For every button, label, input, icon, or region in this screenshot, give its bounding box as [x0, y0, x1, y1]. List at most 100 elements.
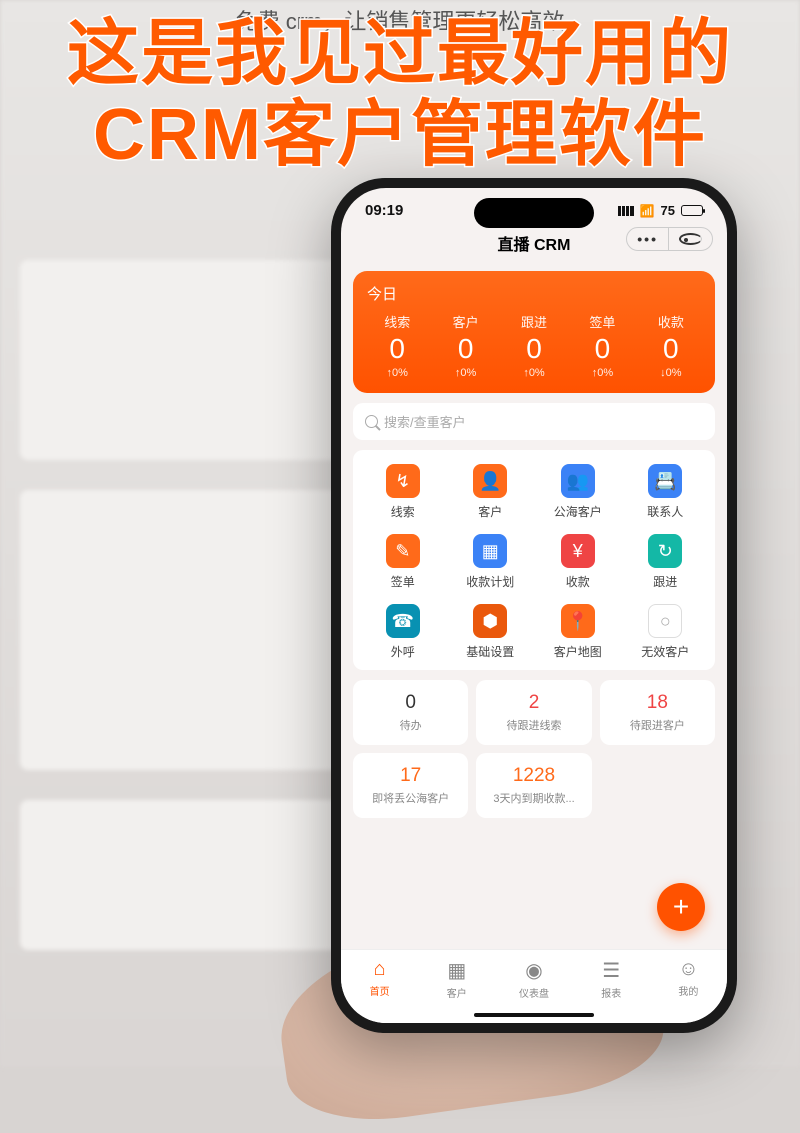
phone-screen: 09:19 75 直播 CRM ••• 今日 线索 0 ↑0%客户 0 ↑0%跟… [341, 188, 727, 1023]
tab-icon: ◉ [495, 958, 572, 983]
quick-item-联系人[interactable]: 📇 联系人 [622, 464, 710, 520]
headline-overlay: 这是我见过最好用的 CRM客户管理软件 [0, 14, 800, 175]
headline-line-2: CRM客户管理软件 [0, 95, 800, 176]
无效客户-icon: ○ [648, 604, 682, 638]
quick-item-线索[interactable]: ↯ 线索 [359, 464, 447, 520]
tab-label: 报表 [601, 989, 621, 1000]
tab-客户[interactable]: ▦ 客户 [418, 950, 495, 1011]
quick-item-label: 基础设置 [447, 643, 535, 660]
stat-label: 线索 [363, 312, 431, 331]
quick-item-label: 收款 [534, 573, 622, 590]
stat-label: 签单 [568, 312, 636, 331]
stat-value: 0 [363, 333, 431, 365]
quick-item-签单[interactable]: ✎ 签单 [359, 534, 447, 590]
stat-label: 收款 [637, 312, 705, 331]
tile-number: 2 [482, 692, 585, 714]
quick-item-label: 无效客户 [622, 643, 710, 660]
battery-icon [681, 205, 703, 216]
stat-delta: ↑0% [500, 367, 568, 379]
tab-仪表盘[interactable]: ◉ 仪表盘 [495, 950, 572, 1011]
task-tile-2[interactable]: 18 待跟进客户 [600, 680, 715, 745]
stat-3[interactable]: 签单 0 ↑0% [568, 312, 636, 379]
task-tile-3[interactable]: 17 即将丢公海客户 [353, 753, 468, 818]
task-tile-0[interactable]: 0 待办 [353, 680, 468, 745]
外呼-icon: ☎ [386, 604, 420, 638]
tab-label: 首页 [370, 987, 390, 998]
tile-label: 待办 [359, 717, 462, 733]
battery-pct: 75 [661, 203, 675, 218]
stat-delta: ↑0% [568, 367, 636, 379]
quick-item-收款计划[interactable]: ▦ 收款计划 [447, 534, 535, 590]
quick-item-收款[interactable]: ¥ 收款 [534, 534, 622, 590]
stat-delta: ↑0% [431, 367, 499, 379]
tab-首页[interactable]: ⌂首页 [341, 950, 418, 1011]
search-placeholder: 搜索/查重客户 [384, 412, 466, 431]
more-icon[interactable]: ••• [627, 228, 669, 250]
stat-1[interactable]: 客户 0 ↑0% [431, 312, 499, 379]
task-tiles-row-2: 17 即将丢公海客户1228 3天内到期收款... [353, 753, 715, 818]
stat-4[interactable]: 收款 0 ↓0% [637, 312, 705, 379]
quick-item-公海客户[interactable]: 👥 公海客户 [534, 464, 622, 520]
quick-item-label: 签单 [359, 573, 447, 590]
tab-icon: ▦ [418, 958, 495, 983]
stat-value: 0 [637, 333, 705, 365]
close-icon[interactable] [669, 228, 712, 250]
收款-icon: ¥ [561, 534, 595, 568]
status-indicators: 75 [618, 203, 703, 218]
task-tiles-row-1: 0 待办2 待跟进线索18 待跟进客户 [353, 680, 715, 745]
stat-delta: ↓0% [637, 367, 705, 379]
stat-delta: ↑0% [363, 367, 431, 379]
tile-number: 1228 [482, 765, 585, 787]
tab-label: 我的 [678, 987, 698, 998]
wifi-icon [640, 203, 655, 218]
tile-number: 18 [606, 692, 709, 714]
stat-label: 跟进 [500, 312, 568, 331]
tile-number: 0 [359, 692, 462, 714]
tab-bar: ⌂首页▦ 客户 ◉ 仪表盘 ☰报表☺ 我的 [341, 949, 727, 1023]
today-stats-card[interactable]: 今日 线索 0 ↑0%客户 0 ↑0%跟进 0 ↑0%签单 0 ↑0%收款 0 … [353, 271, 715, 393]
quick-item-label: 客户 [447, 503, 535, 520]
fab-add-button[interactable]: + [657, 883, 705, 931]
stat-value: 0 [500, 333, 568, 365]
search-icon [365, 415, 378, 428]
search-input[interactable]: 搜索/查重客户 [353, 403, 715, 440]
stat-value: 0 [568, 333, 636, 365]
tile-label: 3天内到期收款... [482, 790, 585, 806]
stat-2[interactable]: 跟进 0 ↑0% [500, 312, 568, 379]
tile-label: 待跟进线索 [482, 717, 585, 733]
quick-item-外呼[interactable]: ☎ 外呼 [359, 604, 447, 660]
quick-item-基础设置[interactable]: ⬢ 基础设置 [447, 604, 535, 660]
tab-label: 仪表盘 [519, 989, 549, 1000]
app-title: 直播 CRM [498, 231, 571, 255]
quick-actions-grid: ↯ 线索👤 客户👥 公海客户📇 联系人✎ 签单▦ 收款计划¥ 收款↻ 跟进☎ 外… [353, 450, 715, 670]
公海客户-icon: 👥 [561, 464, 595, 498]
quick-item-label: 外呼 [359, 643, 447, 660]
quick-item-label: 跟进 [622, 573, 710, 590]
phone-notch [474, 198, 594, 228]
基础设置-icon: ⬢ [473, 604, 507, 638]
客户-icon: 👤 [473, 464, 507, 498]
bg-panel [20, 260, 340, 460]
tab-icon: ☺ [650, 958, 727, 981]
tab-我的[interactable]: ☺ 我的 [650, 950, 727, 1011]
联系人-icon: 📇 [648, 464, 682, 498]
quick-item-无效客户[interactable]: ○ 无效客户 [622, 604, 710, 660]
tile-number: 17 [359, 765, 462, 787]
quick-item-label: 联系人 [622, 503, 710, 520]
线索-icon: ↯ [386, 464, 420, 498]
home-indicator [474, 1013, 594, 1017]
quick-item-客户[interactable]: 👤 客户 [447, 464, 535, 520]
签单-icon: ✎ [386, 534, 420, 568]
bg-panel [20, 800, 340, 950]
跟进-icon: ↻ [648, 534, 682, 568]
miniprogram-capsule[interactable]: ••• [626, 227, 713, 251]
bg-panel [20, 490, 340, 770]
tab-报表[interactable]: ☰报表 [573, 950, 650, 1011]
task-tile-4[interactable]: 1228 3天内到期收款... [476, 753, 591, 818]
quick-item-客户地图[interactable]: 📍 客户地图 [534, 604, 622, 660]
tab-label: 客户 [447, 989, 467, 1000]
tile-label: 待跟进客户 [606, 717, 709, 733]
task-tile-1[interactable]: 2 待跟进线索 [476, 680, 591, 745]
stat-0[interactable]: 线索 0 ↑0% [363, 312, 431, 379]
quick-item-跟进[interactable]: ↻ 跟进 [622, 534, 710, 590]
